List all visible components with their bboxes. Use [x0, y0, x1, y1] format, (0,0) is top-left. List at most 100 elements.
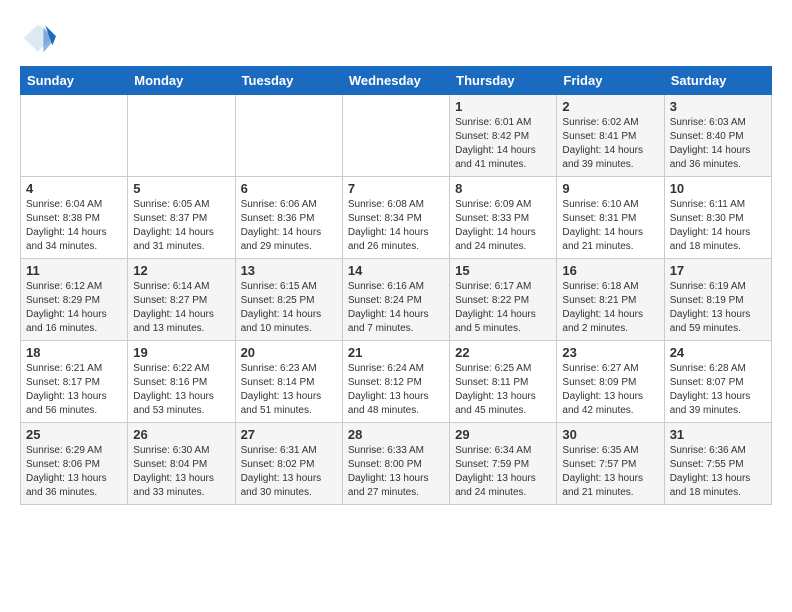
- day-info: Sunrise: 6:09 AM Sunset: 8:33 PM Dayligh…: [455, 198, 551, 254]
- calendar-cell: 2Sunrise: 6:02 AM Sunset: 8:41 PM Daylig…: [557, 95, 664, 177]
- day-info: Sunrise: 6:24 AM Sunset: 8:12 PM Dayligh…: [348, 362, 444, 418]
- calendar-cell: 20 Sunrise: 6:23 AM Sunset: 8:14 PM Dayli…: [235, 341, 342, 423]
- day-number: 29: [455, 427, 551, 442]
- day-number: 5: [133, 181, 229, 196]
- day-number: 12: [133, 263, 229, 278]
- day-number: 20: [241, 345, 337, 360]
- day-info: Sunrise: 6:18 AM Sunset: 8:21 PM Dayligh…: [562, 280, 658, 336]
- weekday-wednesday: Wednesday: [342, 67, 449, 95]
- day-number: 22: [455, 345, 551, 360]
- weekday-sunday: Sunday: [21, 67, 128, 95]
- calendar: SundayMondayTuesdayWednesdayThursdayFrid…: [20, 66, 772, 505]
- day-info: Sunrise: 6:23 AM Sunset: 8:14 PM Dayligh…: [241, 362, 337, 418]
- calendar-cell: 5 Sunrise: 6:05 AM Sunset: 8:37 PM Daylig…: [128, 177, 235, 259]
- day-number: 18: [26, 345, 122, 360]
- calendar-cell: 6 Sunrise: 6:06 AM Sunset: 8:36 PM Daylig…: [235, 177, 342, 259]
- calendar-cell: 28Sunrise: 6:33 AM Sunset: 8:00 PM Dayli…: [342, 423, 449, 505]
- day-number: 1: [455, 99, 551, 114]
- calendar-cell: [342, 95, 449, 177]
- header: [20, 20, 772, 56]
- day-info: Sunrise: 6:12 AM Sunset: 8:29 PM Dayligh…: [26, 280, 122, 336]
- day-number: 17: [670, 263, 766, 278]
- day-info: Sunrise: 6:19 AM Sunset: 8:19 PM Dayligh…: [670, 280, 766, 336]
- day-info: Sunrise: 6:15 AM Sunset: 8:25 PM Dayligh…: [241, 280, 337, 336]
- calendar-cell: 31 Sunrise: 6:36 AM Sunset: 7:55 PM Dayli…: [664, 423, 771, 505]
- week-row-1: 1 Sunrise: 6:01 AM Sunset: 8:42 PM Daylig…: [21, 95, 772, 177]
- day-number: 19: [133, 345, 229, 360]
- week-row-3: 11 Sunrise: 6:12 AM Sunset: 8:29 PM Dayli…: [21, 259, 772, 341]
- calendar-cell: 1 Sunrise: 6:01 AM Sunset: 8:42 PM Daylig…: [450, 95, 557, 177]
- calendar-cell: 10 Sunrise: 6:11 AM Sunset: 8:30 PM Dayli…: [664, 177, 771, 259]
- calendar-cell: 29 Sunrise: 6:34 AM Sunset: 7:59 PM Dayli…: [450, 423, 557, 505]
- calendar-cell: 23 Sunrise: 6:27 AM Sunset: 8:09 PM Dayli…: [557, 341, 664, 423]
- day-number: 6: [241, 181, 337, 196]
- calendar-cell: 30 Sunrise: 6:35 AM Sunset: 7:57 PM Dayli…: [557, 423, 664, 505]
- day-info: Sunrise: 6:35 AM Sunset: 7:57 PM Dayligh…: [562, 444, 658, 500]
- logo-icon: [20, 20, 56, 56]
- day-info: Sunrise: 6:03 AM Sunset: 8:40 PM Dayligh…: [670, 116, 766, 172]
- week-row-4: 18 Sunrise: 6:21 AM Sunset: 8:17 PM Dayli…: [21, 341, 772, 423]
- day-info: Sunrise: 6:28 AM Sunset: 8:07 PM Dayligh…: [670, 362, 766, 418]
- day-info: Sunrise: 6:08 AM Sunset: 8:34 PM Dayligh…: [348, 198, 444, 254]
- page: SundayMondayTuesdayWednesdayThursdayFrid…: [0, 0, 792, 515]
- day-number: 30: [562, 427, 658, 442]
- day-number: 24: [670, 345, 766, 360]
- logo: [20, 20, 60, 56]
- day-info: Sunrise: 6:34 AM Sunset: 7:59 PM Dayligh…: [455, 444, 551, 500]
- day-info: Sunrise: 6:14 AM Sunset: 8:27 PM Dayligh…: [133, 280, 229, 336]
- calendar-cell: 11 Sunrise: 6:12 AM Sunset: 8:29 PM Dayli…: [21, 259, 128, 341]
- day-info: Sunrise: 6:27 AM Sunset: 8:09 PM Dayligh…: [562, 362, 658, 418]
- calendar-cell: [235, 95, 342, 177]
- day-number: 27: [241, 427, 337, 442]
- day-number: 10: [670, 181, 766, 196]
- calendar-cell: 26Sunrise: 6:30 AM Sunset: 8:04 PM Dayli…: [128, 423, 235, 505]
- calendar-cell: 15 Sunrise: 6:17 AM Sunset: 8:22 PM Dayli…: [450, 259, 557, 341]
- day-info: Sunrise: 6:04 AM Sunset: 8:38 PM Dayligh…: [26, 198, 122, 254]
- day-number: 13: [241, 263, 337, 278]
- day-info: Sunrise: 6:22 AM Sunset: 8:16 PM Dayligh…: [133, 362, 229, 418]
- calendar-cell: [21, 95, 128, 177]
- calendar-cell: 8 Sunrise: 6:09 AM Sunset: 8:33 PM Daylig…: [450, 177, 557, 259]
- day-number: 23: [562, 345, 658, 360]
- weekday-thursday: Thursday: [450, 67, 557, 95]
- weekday-header-row: SundayMondayTuesdayWednesdayThursdayFrid…: [21, 67, 772, 95]
- weekday-saturday: Saturday: [664, 67, 771, 95]
- day-info: Sunrise: 6:25 AM Sunset: 8:11 PM Dayligh…: [455, 362, 551, 418]
- day-info: Sunrise: 6:05 AM Sunset: 8:37 PM Dayligh…: [133, 198, 229, 254]
- day-info: Sunrise: 6:06 AM Sunset: 8:36 PM Dayligh…: [241, 198, 337, 254]
- calendar-cell: 19 Sunrise: 6:22 AM Sunset: 8:16 PM Dayli…: [128, 341, 235, 423]
- day-info: Sunrise: 6:11 AM Sunset: 8:30 PM Dayligh…: [670, 198, 766, 254]
- calendar-cell: 14 Sunrise: 6:16 AM Sunset: 8:24 PM Dayli…: [342, 259, 449, 341]
- week-row-5: 25Sunrise: 6:29 AM Sunset: 8:06 PM Dayli…: [21, 423, 772, 505]
- day-number: 15: [455, 263, 551, 278]
- day-number: 8: [455, 181, 551, 196]
- calendar-cell: 17 Sunrise: 6:19 AM Sunset: 8:19 PM Dayli…: [664, 259, 771, 341]
- day-info: Sunrise: 6:17 AM Sunset: 8:22 PM Dayligh…: [455, 280, 551, 336]
- day-info: Sunrise: 6:21 AM Sunset: 8:17 PM Dayligh…: [26, 362, 122, 418]
- day-number: 31: [670, 427, 766, 442]
- day-info: Sunrise: 6:36 AM Sunset: 7:55 PM Dayligh…: [670, 444, 766, 500]
- week-row-2: 4Sunrise: 6:04 AM Sunset: 8:38 PM Daylig…: [21, 177, 772, 259]
- calendar-cell: 9Sunrise: 6:10 AM Sunset: 8:31 PM Daylig…: [557, 177, 664, 259]
- day-number: 28: [348, 427, 444, 442]
- day-number: 9: [562, 181, 658, 196]
- day-number: 3: [670, 99, 766, 114]
- calendar-cell: 22 Sunrise: 6:25 AM Sunset: 8:11 PM Dayli…: [450, 341, 557, 423]
- day-info: Sunrise: 6:01 AM Sunset: 8:42 PM Dayligh…: [455, 116, 551, 172]
- calendar-cell: 3 Sunrise: 6:03 AM Sunset: 8:40 PM Daylig…: [664, 95, 771, 177]
- day-number: 7: [348, 181, 444, 196]
- day-info: Sunrise: 6:16 AM Sunset: 8:24 PM Dayligh…: [348, 280, 444, 336]
- calendar-cell: 7 Sunrise: 6:08 AM Sunset: 8:34 PM Daylig…: [342, 177, 449, 259]
- calendar-cell: 4Sunrise: 6:04 AM Sunset: 8:38 PM Daylig…: [21, 177, 128, 259]
- day-number: 25: [26, 427, 122, 442]
- day-number: 21: [348, 345, 444, 360]
- day-number: 14: [348, 263, 444, 278]
- weekday-friday: Friday: [557, 67, 664, 95]
- day-number: 11: [26, 263, 122, 278]
- calendar-cell: [128, 95, 235, 177]
- day-info: Sunrise: 6:31 AM Sunset: 8:02 PM Dayligh…: [241, 444, 337, 500]
- calendar-cell: 24 Sunrise: 6:28 AM Sunset: 8:07 PM Dayli…: [664, 341, 771, 423]
- calendar-cell: 18 Sunrise: 6:21 AM Sunset: 8:17 PM Dayli…: [21, 341, 128, 423]
- calendar-cell: 16 Sunrise: 6:18 AM Sunset: 8:21 PM Dayli…: [557, 259, 664, 341]
- day-number: 16: [562, 263, 658, 278]
